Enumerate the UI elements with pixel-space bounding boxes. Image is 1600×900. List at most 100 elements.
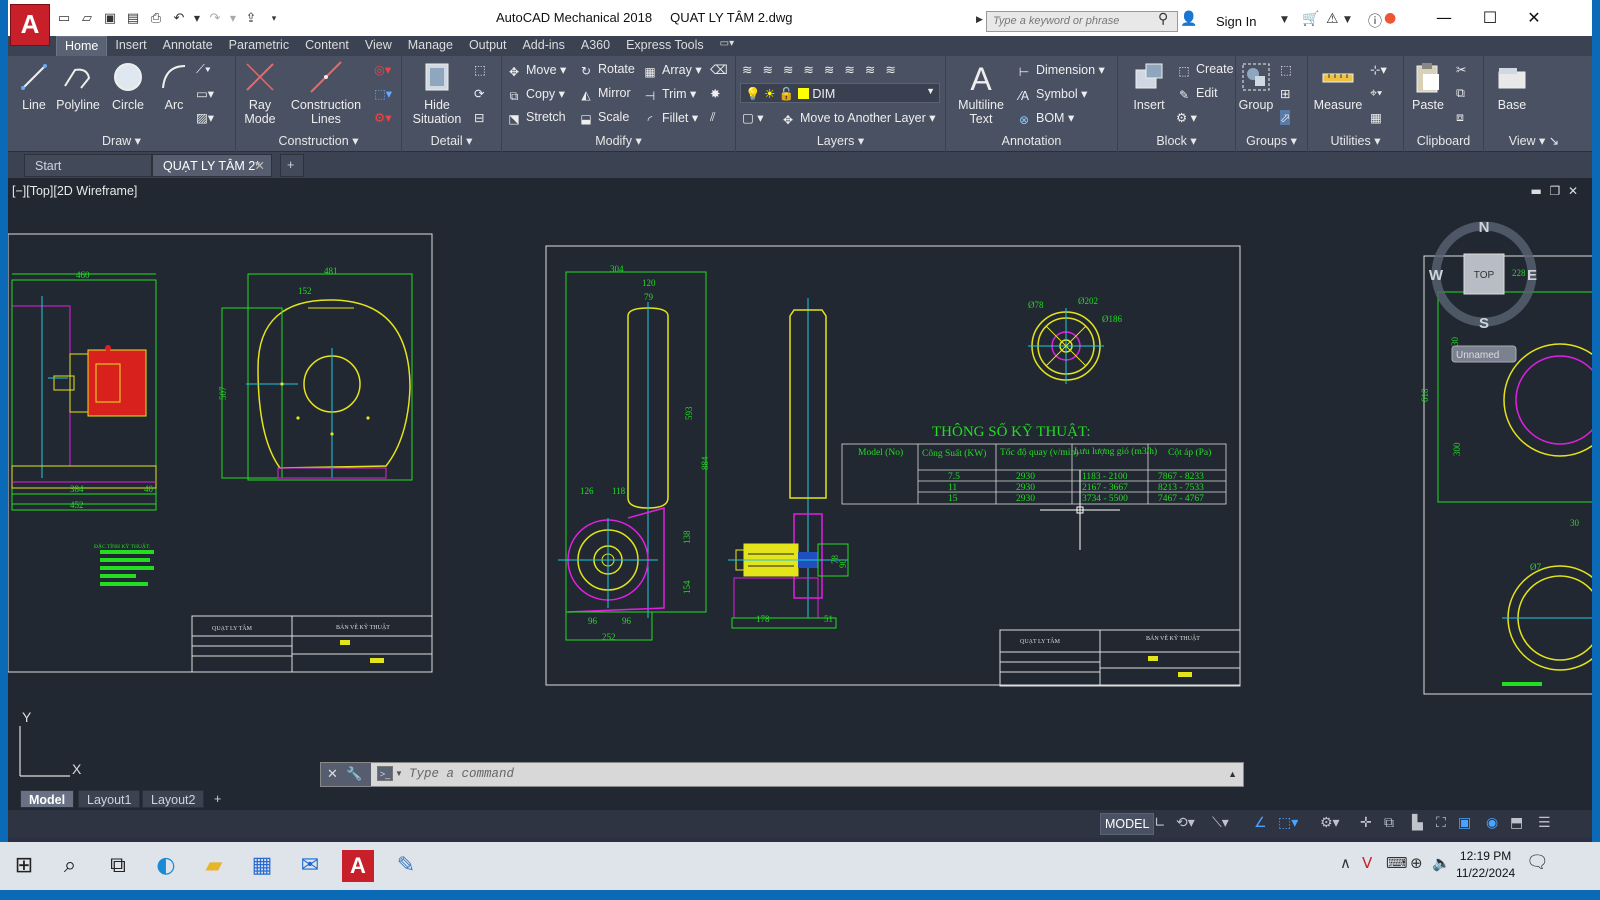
exchange-dropdown-icon[interactable]: ▼ — [1344, 15, 1351, 25]
undo-dropdown-icon[interactable]: ▼ — [192, 10, 202, 28]
command-recent-dropdown-icon[interactable]: ▼ — [395, 769, 403, 778]
autocad-taskbar-icon[interactable]: A — [342, 850, 374, 882]
sign-in-dropdown-icon[interactable]: ▼ — [1281, 15, 1288, 25]
command-customize-icon[interactable]: 🔧 — [346, 767, 362, 782]
view-panel-title[interactable]: View ▾ ↘ — [1484, 133, 1584, 148]
trim-button[interactable]: ⊣ Trim ▾ — [642, 86, 697, 103]
rectangle-icon[interactable]: ▭▾ — [196, 86, 214, 101]
command-prompt-icon[interactable]: >_ — [377, 766, 393, 781]
draw-extra-line-icon[interactable]: ⟋▾ — [196, 62, 211, 77]
vietkey-tray-icon[interactable]: V — [1362, 854, 1372, 872]
tab-layout1[interactable]: Layout1 — [78, 790, 141, 808]
search-icon[interactable]: ⌕ — [54, 850, 86, 882]
cut-icon[interactable]: ✂ — [1456, 62, 1466, 77]
help-icon[interactable]: ⓘ — [1368, 11, 1382, 31]
array-button[interactable]: ▦ Array ▾ — [642, 62, 701, 79]
ribbon-tab-view[interactable]: View — [357, 36, 400, 56]
clean-screen-icon[interactable]: ⬒ — [1510, 815, 1523, 831]
command-line[interactable]: ✕ 🔧 >_ ▼ Type a command ▲ — [320, 762, 1244, 787]
drawing-viewport[interactable]: THÔNG SỐ KỸ THUẬT: Model (No) Công Suất … — [8, 178, 1592, 810]
quick-properties-icon[interactable]: ▙ — [1412, 815, 1423, 831]
undo-icon[interactable]: ↶ — [169, 10, 189, 28]
keyboard-tray-icon[interactable]: ⌨ — [1386, 854, 1408, 872]
object-snap-icon[interactable]: ⬚▾ — [1278, 815, 1298, 831]
paste-button[interactable]: Paste — [1408, 60, 1448, 112]
application-menu-button[interactable]: A — [10, 4, 50, 46]
windows-start-icon[interactable]: ⊞ — [8, 850, 40, 882]
ribbon-tab-parametric[interactable]: Parametric — [221, 36, 297, 56]
annotation-monitor-icon[interactable]: ✛ — [1360, 815, 1372, 831]
multiline-text-button[interactable]: A Multiline Text — [952, 60, 1010, 126]
viewport-close-icon[interactable]: ✕ — [1568, 184, 1578, 198]
viewport-minimize-icon[interactable]: ▬ — [1531, 184, 1542, 198]
viewcube[interactable]: TOP N S W E Unnamed — [1429, 219, 1537, 363]
move-to-another-layer-button[interactable]: ✥ Move to Another Layer ▾ — [780, 110, 936, 127]
line-button[interactable]: Line — [16, 60, 52, 112]
construction-panel-title[interactable]: Construction ▾ — [236, 133, 401, 148]
ribbon-tab-output[interactable]: Output — [461, 36, 515, 56]
layer-dropdown[interactable]: 💡 ☀ 🔓 DIM ▼ — [740, 83, 940, 103]
sign-in-button[interactable]: Sign In — [1216, 14, 1256, 29]
close-tab-icon[interactable]: ✕ — [255, 158, 265, 173]
units-icon[interactable]: ⧉ — [1384, 815, 1394, 831]
notification-icon[interactable]: ● — [1384, 10, 1396, 26]
ortho-icon[interactable]: ⟍▾ — [1212, 815, 1229, 831]
utilities-panel-title[interactable]: Utilities ▾ — [1308, 133, 1403, 148]
search-input[interactable]: Type a keyword or phrase — [986, 11, 1178, 32]
construction-tools-icon[interactable]: ⚙▾ — [374, 110, 391, 125]
binoculars-icon[interactable]: ⚲ — [1158, 11, 1168, 27]
stretch-button[interactable]: ⬔ Stretch — [506, 110, 565, 126]
new-tab-button[interactable]: + — [280, 154, 304, 177]
save-as-icon[interactable]: ▤ — [123, 10, 143, 28]
network-tray-icon[interactable]: ⊕ — [1410, 854, 1423, 872]
share-icon[interactable]: ⇪ — [241, 10, 261, 28]
ribbon-tab-addins[interactable]: Add-ins — [514, 36, 572, 56]
layer-state-icon[interactable]: ▢ ▾ — [742, 110, 764, 125]
qat-customize-icon[interactable]: ▾ — [264, 10, 284, 28]
tab-active-drawing[interactable]: QUẠT LY TÂM 2* ✕ — [152, 154, 272, 177]
base-view-button[interactable]: Base — [1490, 60, 1534, 112]
rotate-button[interactable]: ↻ Rotate — [578, 62, 635, 78]
detail-section-icon[interactable]: ⊟ — [474, 110, 484, 125]
viewport-restore-icon[interactable]: ❐ — [1550, 184, 1561, 198]
redo-icon[interactable]: ↷ — [205, 10, 225, 28]
outlook-icon[interactable]: ✉ — [294, 850, 326, 882]
lock-ui-icon[interactable]: ⛶ — [1436, 815, 1446, 831]
hatch-icon[interactable]: ▨▾ — [196, 110, 214, 125]
isolate-objects-icon[interactable]: ▣ — [1458, 815, 1471, 831]
offset-icon[interactable]: ⫽ — [710, 110, 716, 125]
draw-panel-title[interactable]: Draw ▾ — [8, 133, 235, 148]
tab-layout2[interactable]: Layout2 — [142, 790, 205, 808]
ribbon-tab-content[interactable]: Content — [297, 36, 357, 56]
save-icon[interactable]: ▣ — [100, 10, 120, 28]
point-style-icon[interactable]: ⊹▾ — [1370, 62, 1387, 77]
scale-button[interactable]: ⬓ Scale — [578, 110, 629, 126]
fillet-button[interactable]: ◜ Fillet ▾ — [642, 110, 698, 127]
dimension-button[interactable]: ⊢ Dimension ▾ — [1016, 62, 1105, 79]
workspace-gear-icon[interactable]: ⚙▾ — [1320, 815, 1340, 831]
file-explorer-icon[interactable]: ▰ — [198, 850, 230, 882]
ribbon-tab-options-icon[interactable]: ▭▾ — [712, 36, 742, 56]
ribbon-tab-express-tools[interactable]: Express Tools — [618, 36, 712, 56]
snap-mode-icon[interactable]: ⟲▾ — [1176, 815, 1195, 831]
hide-situation-button[interactable]: Hide Situation — [404, 60, 470, 126]
detail-view-icon[interactable]: ⬚ — [474, 62, 486, 77]
ungroup-icon[interactable]: ⬚ — [1280, 62, 1292, 77]
modify-panel-title[interactable]: Modify ▾ — [502, 133, 735, 148]
erase-icon[interactable]: ⌫ — [710, 62, 728, 77]
groups-panel-title[interactable]: Groups ▾ — [1236, 133, 1307, 148]
copy-base-icon[interactable]: ⧈ — [1456, 110, 1464, 125]
ribbon-tab-insert[interactable]: Insert — [107, 36, 154, 56]
user-icon[interactable]: 👤 — [1180, 11, 1197, 27]
create-block-button[interactable]: ⬚ Create — [1176, 62, 1233, 78]
customization-menu-icon[interactable]: ☰ — [1538, 815, 1551, 831]
microsoft-store-icon[interactable]: ▦ — [246, 850, 278, 882]
group-edit-icon[interactable]: ⊞ — [1280, 86, 1290, 101]
id-point-icon[interactable]: ⌖▾ — [1370, 86, 1382, 101]
construction-lines-button[interactable]: Construction Lines — [288, 60, 364, 126]
mirror-button[interactable]: ◭ Mirror — [578, 86, 630, 102]
group-button[interactable]: Group — [1238, 60, 1274, 112]
ribbon-tab-annotate[interactable]: Annotate — [155, 36, 221, 56]
move-button[interactable]: ✥ Move ▾ — [506, 62, 566, 79]
volume-tray-icon[interactable]: 🔈 — [1432, 854, 1451, 872]
